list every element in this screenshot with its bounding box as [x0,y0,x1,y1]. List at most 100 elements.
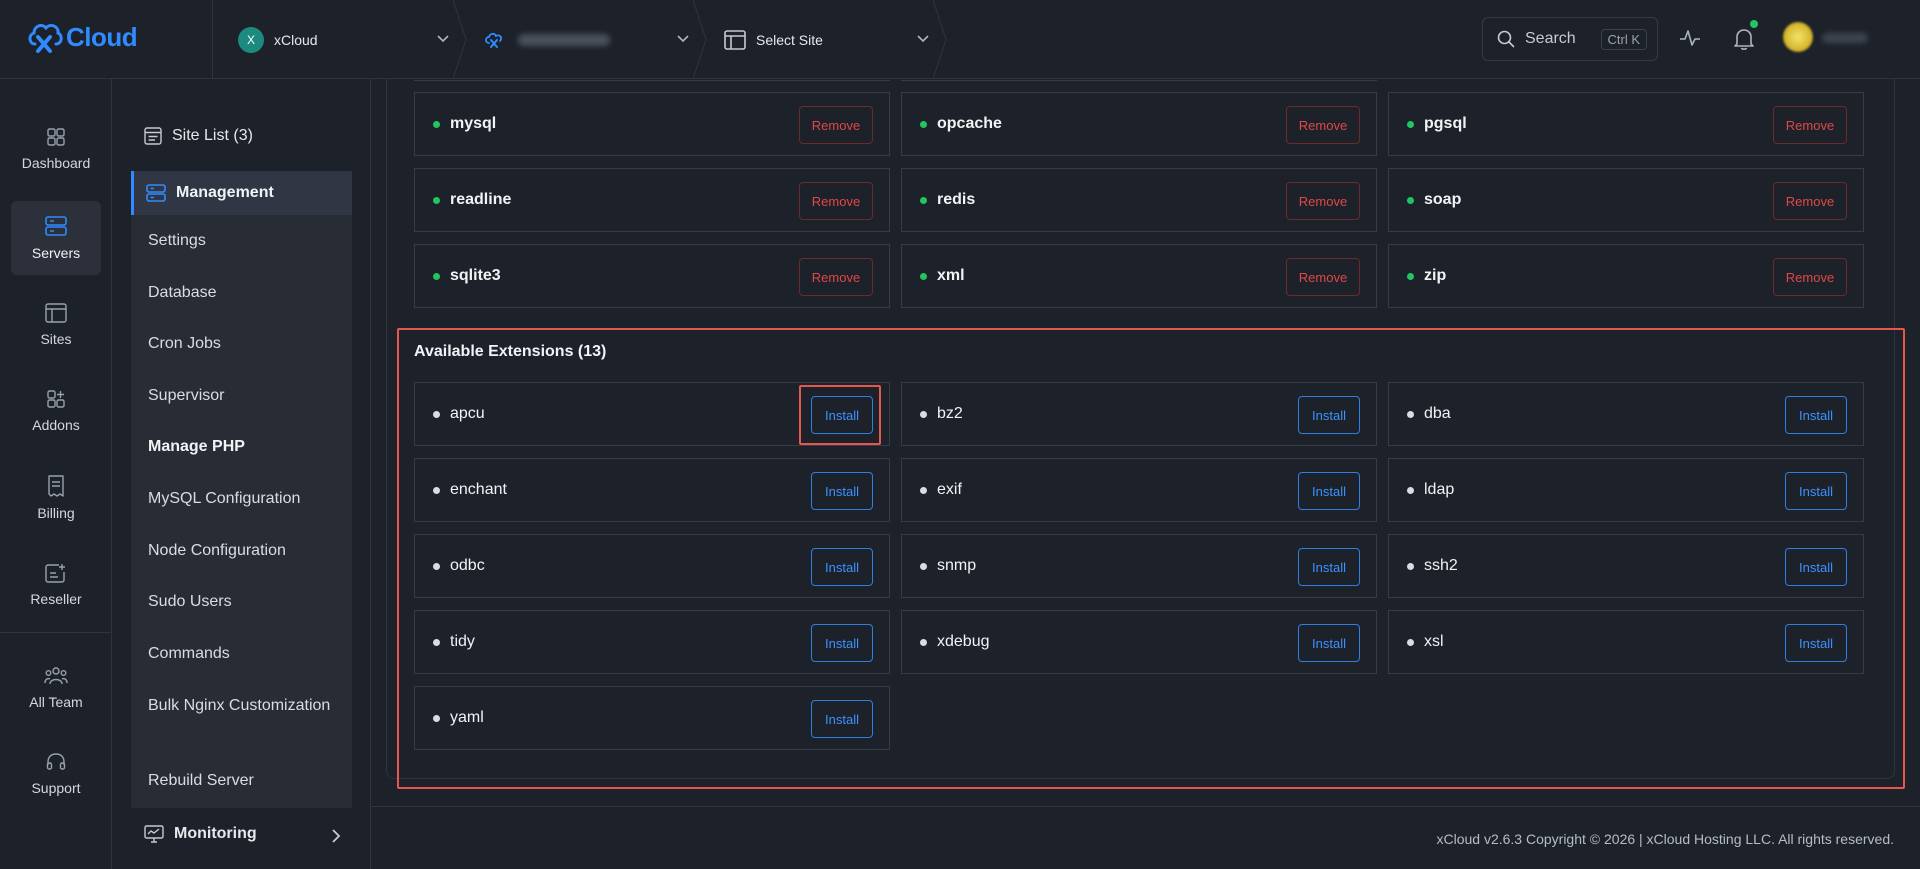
reseller-icon [45,564,65,583]
top-bar: Cloud X xCloud Select Site Search Ctrl K [0,0,1920,79]
server-logo-icon [485,32,502,48]
status-dot [920,120,927,128]
management-label: Management [176,184,274,201]
installed-extension-card: readline Remove [414,168,890,232]
extension-name: zip [1424,267,1447,284]
card-edge [901,79,1377,81]
status-dot [1407,272,1414,280]
nav-label: Sites [40,331,72,347]
installed-extension-card: pgsql Remove [1388,92,1864,156]
nav-servers[interactable]: Servers [11,201,101,275]
site-selector[interactable]: Select Site [724,0,930,79]
site-list-link[interactable]: Site List (3) [144,127,253,145]
menu-bulk-nginx-customization[interactable]: Bulk Nginx Customization [148,694,338,718]
install-apcu-highlight [799,385,881,445]
remove-button[interactable]: Remove [799,182,873,220]
nav-label: Billing [37,505,75,521]
menu-cron-jobs[interactable]: Cron Jobs [148,332,221,356]
menu-node-configuration[interactable]: Node Configuration [148,539,286,563]
user-name [1822,33,1868,43]
extension-name: mysql [450,115,497,132]
status-dot [1407,196,1414,204]
installed-extension-card: redis Remove [901,168,1377,232]
extension-name: readline [450,191,512,208]
installed-extension-card: xml Remove [901,244,1377,308]
extension-name: opcache [937,115,1002,132]
extension-name: redis [937,191,976,208]
card-edge [414,79,890,81]
search-label: Search [1525,30,1576,47]
chevron-right-icon[interactable] [330,828,342,844]
status-dot [920,272,927,280]
monitoring-label: Monitoring [174,825,257,842]
menu-database[interactable]: Database [148,281,217,305]
bell-icon[interactable] [1733,27,1755,51]
team-avatar: X [238,26,264,53]
remove-button[interactable]: Remove [1773,258,1847,296]
site-list-label: Site List (3) [172,127,253,144]
installed-extension-card: mysql Remove [414,92,890,156]
search-button[interactable]: Search Ctrl K [1482,17,1658,61]
chevron-down-icon [917,35,929,43]
remove-button[interactable]: Remove [1773,106,1847,144]
menu-rebuild-server[interactable]: Rebuild Server [148,769,254,793]
status-dot [433,196,440,204]
installed-extension-card: soap Remove [1388,168,1864,232]
menu-sudo-users[interactable]: Sudo Users [148,590,232,614]
search-icon [1497,30,1515,48]
nav-label: All Team [29,694,83,710]
logo-text: Cloud [66,21,138,52]
nav-billing[interactable]: Billing [11,461,101,535]
nav-label: Support [31,780,81,796]
installed-extension-card: sqlite3 Remove [414,244,890,308]
extension-name: xml [937,267,965,284]
user-avatar[interactable] [1783,22,1813,52]
copyright-text: xCloud v2.6.3 Copyright © 2026 | xCloud … [1436,831,1894,847]
status-dot [920,196,927,204]
status-dot [1407,120,1414,128]
nav-label: Servers [31,245,81,261]
notification-dot [1750,20,1758,28]
activity-icon[interactable] [1679,27,1701,49]
management-section[interactable]: Management [131,171,352,215]
extension-name: pgsql [1424,115,1467,132]
layout-icon [45,303,67,323]
nav-support[interactable]: Support [11,737,101,811]
list-icon [144,127,162,145]
remove-button[interactable]: Remove [1286,182,1360,220]
remove-button[interactable]: Remove [1286,106,1360,144]
installed-extension-card: zip Remove [1388,244,1864,308]
menu-mysql-configuration[interactable]: MySQL Configuration [148,487,300,511]
server-selector[interactable] [484,0,690,79]
xcloud-logo[interactable]: Cloud [26,18,138,56]
nav-dashboard[interactable]: Dashboard [11,112,101,186]
team-name: xCloud [274,31,318,48]
breadcrumb-separator [692,0,707,79]
menu-manage-php[interactable]: Manage PHP [148,435,245,459]
team-selector[interactable]: X xCloud [238,0,450,79]
server-icon [146,184,166,202]
nav-label: Dashboard [21,155,91,171]
chevron-down-icon [677,35,689,43]
monitoring-section[interactable]: Monitoring [144,825,344,843]
nav-label: Reseller [30,591,82,607]
remove-button[interactable]: Remove [799,258,873,296]
menu-supervisor[interactable]: Supervisor [148,384,224,408]
divider [212,0,213,79]
menu-settings[interactable]: Settings [148,229,206,253]
extension-name: soap [1424,191,1462,208]
search-shortcut: Ctrl K [1600,29,1647,50]
menu-commands[interactable]: Commands [148,642,230,666]
remove-button[interactable]: Remove [1773,182,1847,220]
remove-button[interactable]: Remove [799,106,873,144]
chevron-down-icon [437,35,449,43]
nav-sites[interactable]: Sites [11,288,101,362]
server-name [518,33,610,46]
nav-addons[interactable]: Addons [11,374,101,448]
remove-button[interactable]: Remove [1286,258,1360,296]
site-label: Select Site [756,31,823,48]
nav-reseller[interactable]: Reseller [11,548,101,622]
breadcrumb-separator [452,0,467,79]
installed-extension-card: opcache Remove [901,92,1377,156]
nav-all-team[interactable]: All Team [11,651,101,725]
